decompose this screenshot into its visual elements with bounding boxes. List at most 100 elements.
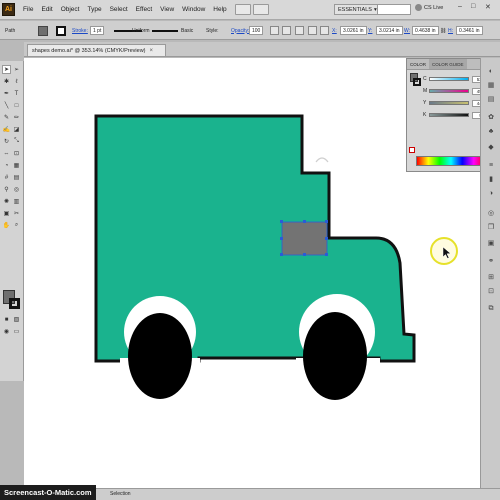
close-tab-icon[interactable]: × — [150, 48, 154, 54]
menu-view[interactable]: View — [156, 6, 178, 13]
artboards-icon[interactable]: ▣ — [486, 238, 496, 248]
perspective-grid-tool-icon[interactable]: ▦ — [12, 161, 21, 170]
rotate-tool-icon[interactable]: ↻ — [2, 137, 11, 146]
panel-stroke-swatch[interactable] — [413, 78, 421, 86]
opacity-panel-link[interactable]: Opacity: — [231, 25, 249, 36]
document-tab[interactable]: shapes demo.ai* @ 353.14% (CMYK/Preview)… — [27, 44, 167, 56]
swatches-icon[interactable]: ▤ — [486, 94, 496, 104]
gradient-mode-icon[interactable]: ▧ — [12, 315, 21, 324]
menu-type[interactable]: Type — [83, 6, 105, 13]
align-panel-icon[interactable]: ⊞ — [486, 272, 496, 282]
menu-edit[interactable]: Edit — [37, 6, 56, 13]
h-label[interactable]: H: — [448, 25, 453, 36]
eraser-tool-icon[interactable]: ◪ — [12, 125, 21, 134]
menu-effect[interactable]: Effect — [132, 6, 157, 13]
menu-window[interactable]: Window — [178, 6, 209, 13]
reference-point-icon[interactable] — [320, 26, 329, 35]
profile-dropdown[interactable]: Uniform — [132, 25, 150, 36]
color-mode-icon[interactable]: ■ — [2, 315, 11, 324]
brushes-icon[interactable]: ✿ — [486, 112, 496, 122]
x-label[interactable]: X: — [332, 25, 337, 36]
stroke-color-box[interactable] — [9, 298, 20, 309]
symbols-icon[interactable]: ♣ — [486, 126, 496, 136]
menu-file[interactable]: File — [19, 6, 37, 13]
graphic-styles-icon[interactable]: ◆ — [486, 142, 496, 152]
arrange-documents-button[interactable] — [252, 4, 269, 15]
yellow-slider[interactable] — [429, 101, 469, 105]
zoom-tool-icon[interactable]: ⌕ — [12, 221, 21, 230]
y-label[interactable]: Y: — [368, 25, 372, 36]
align-icon[interactable] — [282, 26, 291, 35]
align-center-icon[interactable] — [295, 26, 304, 35]
maximize-icon[interactable]: □ — [471, 3, 475, 10]
close-icon[interactable]: ✕ — [485, 3, 491, 11]
transform-panel-icon[interactable]: ⊡ — [486, 286, 496, 296]
appearance-icon[interactable]: ◎ — [486, 208, 496, 218]
stroke-weight-field[interactable]: 1 pt — [90, 26, 105, 35]
color-guide-icon[interactable]: ▦ — [486, 80, 496, 90]
stroke-panel-link[interactable]: Stroke: — [72, 25, 88, 36]
stroke-panel-icon[interactable]: ≡ — [486, 160, 496, 170]
help-search-input[interactable] — [377, 4, 411, 15]
gradient-tool-icon[interactable]: ▤ — [12, 173, 21, 182]
scale-tool-icon[interactable]: ⤡ — [12, 137, 21, 146]
line-tool-icon[interactable]: ╲ — [2, 101, 11, 110]
mesh-tool-icon[interactable]: # — [2, 173, 11, 182]
fill-swatch[interactable] — [38, 25, 48, 36]
black-slider[interactable] — [429, 113, 469, 117]
menu-help[interactable]: Help — [209, 6, 230, 13]
slice-tool-icon[interactable]: ✂ — [12, 209, 21, 218]
shape-builder-tool-icon[interactable]: ◔ — [2, 161, 11, 170]
w-field[interactable]: 0.4638 in — [412, 26, 439, 35]
symbol-sprayer-tool-icon[interactable]: ✺ — [2, 197, 11, 206]
blend-tool-icon[interactable]: ◎ — [12, 185, 21, 194]
brush-dropdown[interactable]: Basic — [181, 25, 193, 36]
hand-tool-icon[interactable]: ✋ — [2, 221, 11, 230]
gradient-panel-icon[interactable]: ▮ — [486, 174, 496, 184]
stroke-swatch[interactable] — [56, 25, 66, 36]
pencil-tool-icon[interactable]: ✏ — [12, 113, 21, 122]
transparency-icon[interactable]: ◑ — [486, 188, 496, 198]
column-graph-tool-icon[interactable]: ▥ — [12, 197, 21, 206]
menu-object[interactable]: Object — [57, 6, 84, 13]
w-label[interactable]: W: — [404, 25, 410, 36]
tools-panel: ➤ ➢ ✱ ℓ ✒ T ╲ □ ✎ ✏ ✍ ◪ ↻ ⤡ ⇔ ⊡ ◔ ▦ # ▤ … — [0, 61, 24, 381]
y-field[interactable]: 3.0214 in — [376, 26, 403, 35]
lasso-tool-icon[interactable]: ℓ — [12, 77, 21, 86]
links-icon[interactable]: ⚭ — [486, 256, 496, 266]
magic-wand-tool-icon[interactable]: ✱ — [2, 77, 11, 86]
cyan-slider[interactable] — [429, 77, 469, 81]
color-panel-icon[interactable]: ◐ — [486, 66, 496, 76]
eyedropper-tool-icon[interactable]: ⚲ — [2, 185, 11, 194]
x-field[interactable]: 3.0261 in — [340, 26, 367, 35]
direct-selection-tool-icon[interactable]: ➢ — [12, 65, 21, 74]
h-field[interactable]: 0.3461 in — [456, 26, 483, 35]
minimize-icon[interactable]: – — [458, 3, 462, 10]
distribute-icon[interactable] — [308, 26, 317, 35]
free-transform-tool-icon[interactable]: ⊡ — [12, 149, 21, 158]
layers-icon[interactable]: ❐ — [486, 222, 496, 232]
rectangle-tool-icon[interactable]: □ — [12, 101, 21, 110]
opacity-field[interactable]: 100 — [249, 26, 264, 35]
magenta-slider[interactable] — [429, 89, 469, 93]
recolor-artwork-icon[interactable] — [270, 26, 279, 35]
tab-color-guide[interactable]: COLOR GUIDE — [429, 59, 467, 69]
pathfinder-icon[interactable]: ⧉ — [486, 304, 496, 314]
type-tool-icon[interactable]: T — [12, 89, 21, 98]
blob-brush-tool-icon[interactable]: ✍ — [2, 125, 11, 134]
cs-live-button[interactable]: CS Live — [415, 4, 443, 11]
pen-tool-icon[interactable]: ✒ — [2, 89, 11, 98]
link-icon[interactable]: ⛓ — [440, 25, 446, 36]
screen-mode-icon[interactable]: ▭ — [12, 327, 21, 336]
color-spectrum[interactable] — [416, 156, 486, 166]
selection-tool-icon[interactable]: ➤ — [2, 65, 11, 74]
tab-color[interactable]: COLOR — [407, 59, 429, 69]
draw-normal-icon[interactable]: ◉ — [2, 327, 11, 336]
workspace-switcher[interactable]: ESSENTIALS ▾ — [334, 4, 381, 15]
width-tool-icon[interactable]: ⇔ — [2, 149, 11, 158]
menu-select[interactable]: Select — [106, 6, 132, 13]
none-swatch-icon[interactable] — [409, 147, 415, 153]
paintbrush-tool-icon[interactable]: ✎ — [2, 113, 11, 122]
artboard-tool-icon[interactable]: ▣ — [2, 209, 11, 218]
bridge-button[interactable] — [234, 4, 251, 15]
